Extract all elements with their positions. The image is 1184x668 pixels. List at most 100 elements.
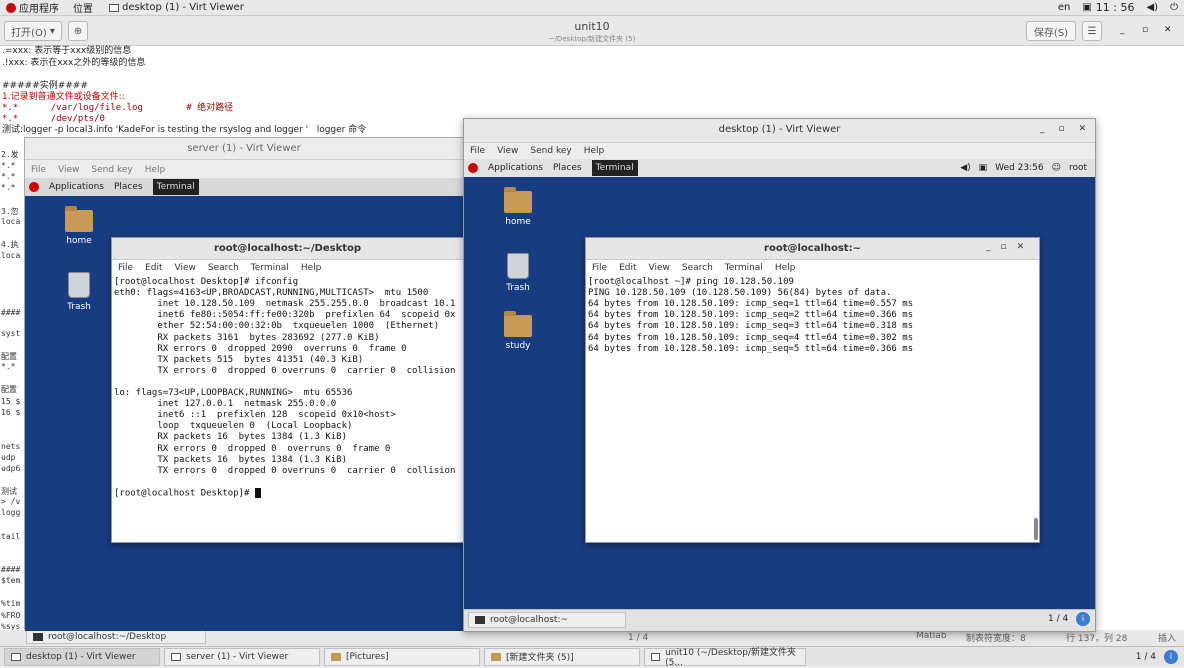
bottom-task-terminal[interactable]: root@localhost:~ bbox=[468, 612, 626, 628]
clock[interactable]: ▣ 11 : 56 bbox=[1082, 1, 1134, 14]
workspace-indicator[interactable]: 1 / 4 bbox=[1048, 614, 1068, 624]
menu-help[interactable]: Help bbox=[145, 165, 166, 175]
term-menu-file[interactable]: File bbox=[592, 263, 607, 273]
menu-send-key[interactable]: Send key bbox=[530, 146, 571, 156]
calendar-icon: ▣ bbox=[1082, 2, 1092, 13]
close-button[interactable]: ✕ bbox=[1017, 242, 1025, 252]
desktop-user[interactable]: root bbox=[1069, 163, 1087, 173]
desktop-terminal-menubar: File Edit View Search Terminal Help bbox=[586, 260, 1039, 276]
workspace-icon[interactable]: i bbox=[1164, 649, 1178, 664]
minimize-button[interactable]: _ bbox=[986, 242, 991, 252]
trash-icon bbox=[507, 253, 529, 279]
icon-label: study bbox=[505, 341, 531, 351]
bottom-task-editor-terminal[interactable]: root@localhost:~/Desktop bbox=[26, 629, 206, 644]
desktop-clock[interactable]: Wed 23:56 bbox=[995, 163, 1043, 173]
close-button[interactable]: ✕ bbox=[1164, 25, 1172, 35]
desktop-terminal-output[interactable]: [root@localhost ~]# ping 10.128.50.109 PI… bbox=[586, 276, 1033, 542]
language-selector[interactable]: Matlab bbox=[916, 631, 947, 641]
volume-icon[interactable]: ◀) bbox=[1146, 2, 1158, 13]
desktop-icon-trash[interactable]: Trash bbox=[488, 253, 548, 293]
server-applications[interactable]: Applications bbox=[49, 182, 104, 192]
window-icon bbox=[171, 652, 181, 661]
icon-label: home bbox=[66, 236, 92, 246]
term-menu-edit[interactable]: Edit bbox=[619, 263, 636, 273]
term-menu-terminal[interactable]: Terminal bbox=[251, 263, 289, 273]
menu-view[interactable]: View bbox=[497, 146, 518, 156]
menu-send-key[interactable]: Send key bbox=[91, 165, 132, 175]
applications-menu[interactable]: 应用程序 bbox=[6, 0, 59, 15]
workspace-icon[interactable]: i bbox=[1076, 612, 1090, 626]
term-menu-help[interactable]: Help bbox=[301, 263, 322, 273]
terminal-scrollbar[interactable] bbox=[1034, 518, 1038, 540]
save-button[interactable]: 保存(S) bbox=[1026, 21, 1076, 41]
minimize-button[interactable]: _ bbox=[1120, 25, 1125, 35]
menu-file[interactable]: File bbox=[470, 146, 485, 156]
editor-line: *.* /dev/pts/0 bbox=[2, 114, 105, 124]
menu-view[interactable]: View bbox=[58, 165, 79, 175]
redhat-icon bbox=[29, 182, 39, 192]
desktop-window-controls: _ ▫ ✕ bbox=[1040, 124, 1086, 134]
server-menubar: File View Send key Help bbox=[25, 162, 463, 178]
taskbar-item-server[interactable]: server (1) - Virt Viewer bbox=[164, 647, 320, 666]
network-icon[interactable]: ▣ bbox=[979, 163, 988, 173]
server-terminal-output[interactable]: [root@localhost Desktop]# ifconfig eth0: … bbox=[112, 276, 463, 542]
active-task[interactable]: desktop (1) - Virt Viewer bbox=[109, 2, 244, 13]
server-places[interactable]: Places bbox=[114, 182, 143, 192]
terminal-line: RX errors 0 dropped 2090 overruns 0 fram… bbox=[114, 343, 407, 354]
terminal-icon bbox=[33, 632, 43, 641]
server-terminal-task[interactable]: Terminal bbox=[152, 179, 199, 195]
desktop-applications[interactable]: Applications bbox=[488, 163, 543, 173]
desktop-menubar: File View Send key Help bbox=[464, 143, 1095, 159]
workspace-indicator[interactable]: 1 / 4 bbox=[1136, 652, 1156, 662]
taskbar-item-unit10[interactable]: unit10 (~/Desktop/新建文件夹 (5... bbox=[644, 647, 806, 668]
desktop-places[interactable]: Places bbox=[553, 163, 582, 173]
editor-fragment: nets bbox=[1, 442, 21, 451]
terminal-line: 64 bytes from 10.128.50.109: icmp_seq=4 … bbox=[588, 332, 914, 343]
term-menu-search[interactable]: Search bbox=[682, 263, 713, 273]
term-menu-edit[interactable]: Edit bbox=[145, 263, 162, 273]
insert-mode: 插入 bbox=[1158, 634, 1177, 644]
editor-fragment: > /v bbox=[1, 497, 21, 506]
close-button[interactable]: ✕ bbox=[1079, 124, 1087, 134]
desktop-icon-home[interactable]: home bbox=[49, 206, 109, 246]
term-menu-view[interactable]: View bbox=[175, 263, 196, 273]
folder-icon bbox=[491, 652, 501, 661]
taskbar-item-folder[interactable]: [新建文件夹 (5)] bbox=[484, 647, 640, 666]
server-terminal-title: root@localhost:~/Desktop bbox=[112, 238, 463, 260]
term-menu-help[interactable]: Help bbox=[775, 263, 796, 273]
minimize-button[interactable]: _ bbox=[1040, 124, 1045, 134]
redhat-icon bbox=[6, 2, 16, 13]
terminal-line: TX packets 16 bytes 1384 (1.3 KiB) bbox=[114, 454, 347, 465]
language-indicator[interactable]: en bbox=[1058, 2, 1071, 13]
desktop-icon-home[interactable]: home bbox=[488, 187, 548, 227]
editor-fragment: $tem bbox=[1, 576, 21, 585]
term-menu-terminal[interactable]: Terminal bbox=[725, 263, 763, 273]
terminal-line: [root@localhost Desktop]# bbox=[114, 487, 261, 500]
terminal-icon bbox=[475, 616, 485, 624]
places-menu[interactable]: 位置 bbox=[73, 0, 93, 15]
term-menu-search[interactable]: Search bbox=[208, 263, 239, 273]
editor-line: #####实例#### bbox=[2, 81, 88, 91]
volume-icon[interactable]: ◀) bbox=[960, 163, 970, 173]
desktop-icon-study[interactable]: study bbox=[488, 311, 548, 351]
editor-fragment: 15 $ bbox=[1, 397, 21, 406]
editor-statusbar: 1 / 4 Matlab 制表符宽度：8 行 137，列 28 插入 root@… bbox=[0, 629, 1184, 646]
term-menu-view[interactable]: View bbox=[649, 263, 670, 273]
maximize-button[interactable]: ▫ bbox=[1142, 25, 1148, 35]
desktop-icon-trash[interactable]: Trash bbox=[49, 272, 109, 312]
menu-file[interactable]: File bbox=[31, 165, 46, 175]
editor-subtitle: ~/Desktop/新建文件夹 (5) bbox=[548, 35, 636, 43]
menu-button[interactable]: ☰ bbox=[1082, 21, 1102, 41]
taskbar-item-desktop[interactable]: desktop (1) - Virt Viewer bbox=[4, 647, 160, 666]
desktop-terminal-task[interactable]: Terminal bbox=[591, 160, 638, 176]
term-menu-file[interactable]: File bbox=[118, 263, 133, 273]
menu-help[interactable]: Help bbox=[584, 146, 605, 156]
editor-fragment: syst bbox=[1, 329, 21, 338]
maximize-button[interactable]: ▫ bbox=[1001, 242, 1007, 252]
editor-fragment: %FRO bbox=[1, 611, 21, 620]
home-folder-icon bbox=[65, 206, 93, 232]
taskbar-item-pictures[interactable]: [Pictures] bbox=[324, 647, 480, 666]
maximize-button[interactable]: ▫ bbox=[1059, 124, 1065, 134]
tab-width-selector[interactable]: 制表符宽度：8 bbox=[966, 631, 1026, 644]
power-icon[interactable]: ⏻ bbox=[1170, 2, 1178, 13]
